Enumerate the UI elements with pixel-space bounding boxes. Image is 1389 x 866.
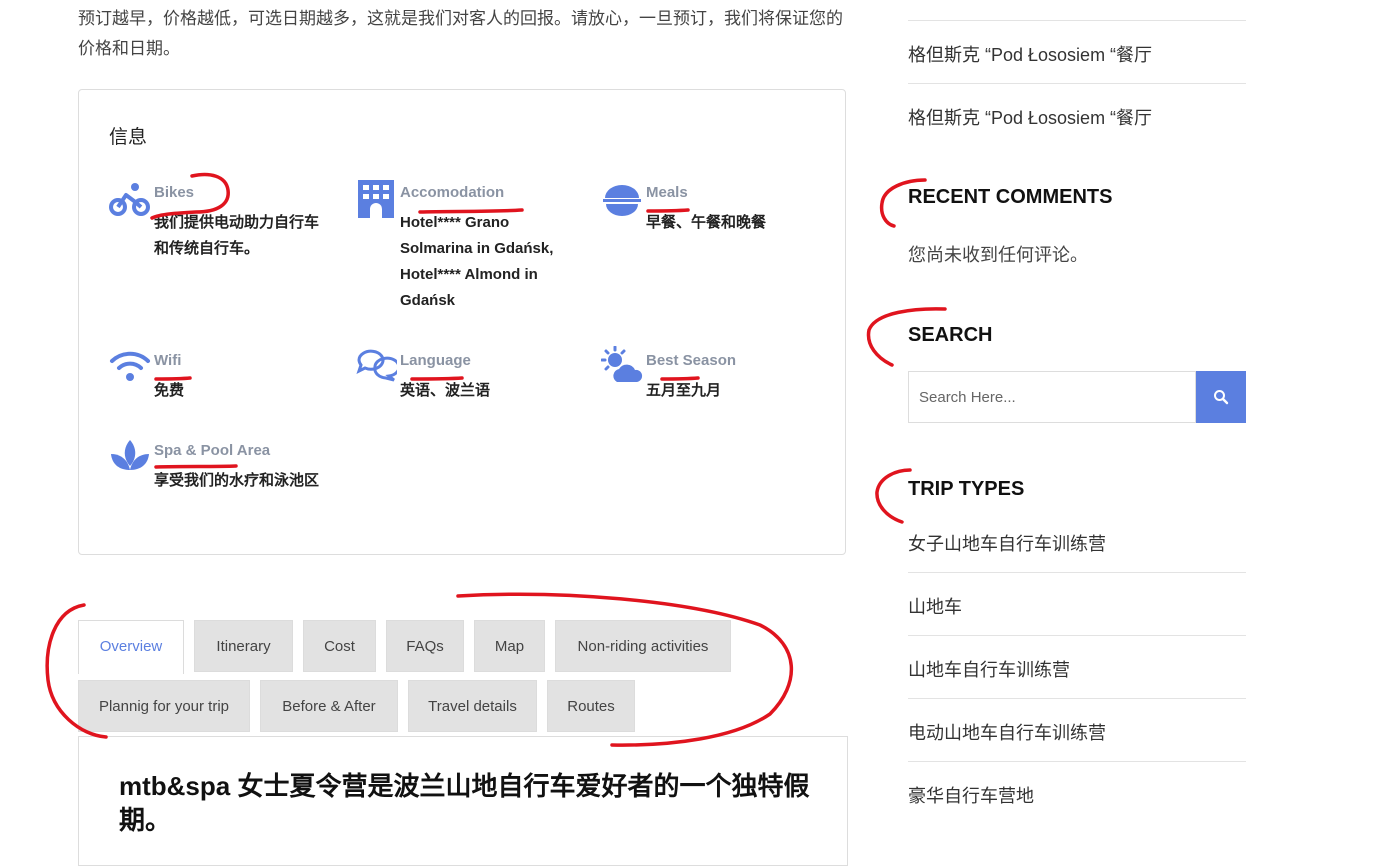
sidebar-post-link[interactable]: 格但斯克 “Pod Łososiem “餐厅 — [908, 41, 1246, 67]
info-value-meals: 早餐、午餐和晚餐 — [646, 214, 767, 231]
search-heading: SEARCH — [908, 324, 993, 346]
recent-comments-heading: RECENT COMMENTS — [908, 186, 1113, 208]
info-label-bikes: Bikes — [154, 184, 195, 201]
tab-non-riding-activities[interactable]: Non-riding activities — [555, 620, 731, 672]
trip-type-link[interactable]: 山地车自行车训练营 — [908, 656, 1246, 682]
info-label-wifi: Wifi — [154, 352, 182, 369]
info-label-language: Language — [400, 352, 471, 369]
sidebar-divider — [908, 20, 1246, 21]
sidebar-divider — [908, 698, 1246, 699]
language-icon — [356, 349, 397, 382]
search-form — [908, 371, 1246, 423]
info-value-language: 英语、波兰语 — [400, 382, 491, 399]
info-value-wifi: 免费 — [154, 382, 185, 399]
sidebar-divider — [908, 635, 1246, 636]
info-label-accomodation: Accomodation — [400, 184, 505, 201]
annotation-mark — [875, 468, 912, 524]
tab-overview[interactable]: Overview — [78, 620, 184, 674]
tab-before-after[interactable]: Before & After — [260, 680, 398, 732]
info-label-meals: Meals — [646, 184, 688, 201]
sidebar-divider — [908, 572, 1246, 573]
search-icon — [1214, 390, 1229, 405]
search-button[interactable] — [1196, 371, 1246, 423]
weather-icon — [601, 346, 643, 382]
info-box: 信息 Bikes 我们提供电动助力自行车和传统自行车。 Accomodation… — [78, 89, 846, 555]
info-label-spa: Spa & Pool Area — [154, 442, 271, 459]
trip-type-link[interactable]: 山地车 — [908, 593, 1246, 619]
tab-planning[interactable]: Plannig for your trip — [78, 680, 250, 732]
sidebar-divider — [908, 83, 1246, 84]
tab-travel-details[interactable]: Travel details — [408, 680, 537, 732]
sidebar-divider — [908, 761, 1246, 762]
sidebar-post-link[interactable]: 格但斯克 “Pod Łososiem “餐厅 — [908, 104, 1246, 130]
trip-type-link[interactable]: 豪华自行车营地 — [908, 782, 1246, 808]
tab-routes[interactable]: Routes — [547, 680, 635, 732]
meals-icon — [603, 185, 641, 216]
info-value-accomodation: Hotel**** Grano Solmarina in Gdańsk, Hot… — [400, 214, 554, 309]
bike-icon — [109, 183, 150, 216]
info-value-spa: 享受我们的水疗和泳池区 — [154, 472, 320, 489]
wifi-icon — [110, 351, 150, 381]
hotel-icon — [358, 180, 394, 218]
intro-paragraph: 预订越早，价格越低，可选日期越多，这就是我们对客人的回报。请放心，一旦预订，我们… — [78, 9, 843, 58]
overview-panel: mtb&spa 女士夏令营是波兰山地自行车爱好者的一个独特假期。 — [78, 736, 848, 866]
info-title: 信息 — [109, 127, 148, 148]
info-label-best-season: Best Season — [646, 352, 737, 369]
info-value-bikes: 我们提供电动助力自行车和传统自行车。 — [154, 214, 320, 257]
overview-title: mtb&spa 女士夏令营是波兰山地自行车爱好者的一个独特假期。 — [119, 771, 810, 835]
tab-faqs[interactable]: FAQs — [386, 620, 464, 672]
recent-comments-text: 您尚未收到任何评论。 — [908, 245, 1088, 265]
tab-itinerary[interactable]: Itinerary — [194, 620, 293, 672]
trip-type-link[interactable]: 女子山地车自行车训练营 — [908, 530, 1246, 556]
tab-map[interactable]: Map — [474, 620, 545, 672]
info-value-best-season: 五月至九月 — [646, 382, 722, 399]
search-input[interactable] — [908, 371, 1196, 423]
trip-type-link[interactable]: 电动山地车自行车训练营 — [908, 719, 1246, 745]
tab-cost[interactable]: Cost — [303, 620, 376, 672]
spa-icon — [111, 440, 149, 470]
trip-types-heading: TRIP TYPES — [908, 478, 1025, 500]
